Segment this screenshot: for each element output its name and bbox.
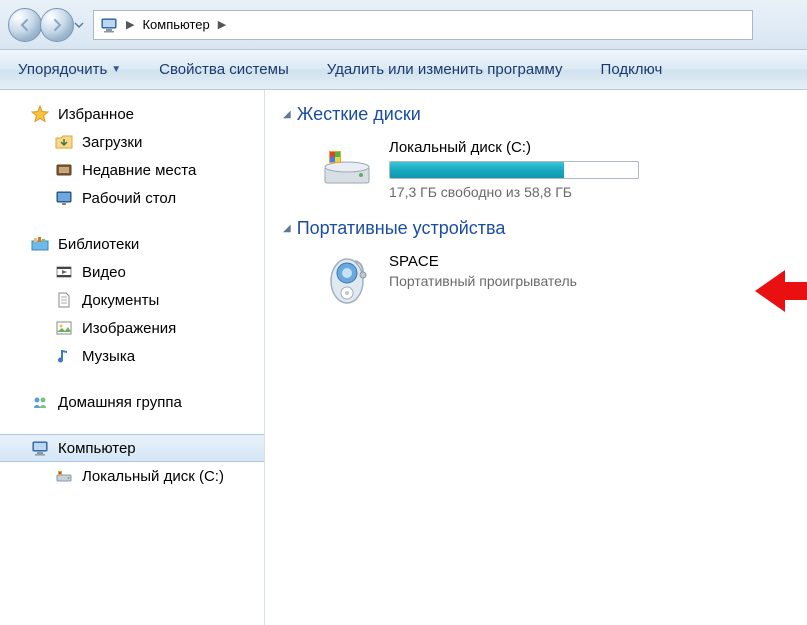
section-title: Жесткие диски	[297, 104, 421, 125]
computer-icon	[30, 438, 50, 458]
section-header-hdd[interactable]: ◢ Жесткие диски	[283, 104, 807, 125]
downloads-icon	[54, 132, 74, 152]
organize-label: Упорядочить	[18, 61, 107, 78]
recent-places-icon	[54, 160, 74, 180]
chevron-down-icon	[74, 20, 84, 30]
arrow-right-icon	[50, 18, 64, 32]
content-pane: ◢ Жесткие диски Локальный диск (C:)	[265, 90, 807, 625]
drive-usage-fill	[390, 162, 564, 178]
drive-usage-bar	[389, 161, 639, 179]
portable-player-icon	[319, 251, 375, 307]
sidebar-item-label: Избранное	[58, 106, 134, 123]
document-icon	[54, 290, 74, 310]
connect-button[interactable]: Подключ	[601, 61, 663, 78]
drive-icon	[54, 466, 74, 486]
libraries-icon	[30, 234, 50, 254]
connect-label: Подключ	[601, 61, 663, 78]
breadcrumb-separator-icon[interactable]: ▶	[216, 18, 228, 31]
drive-details: Локальный диск (C:) 17,3 ГБ свободно из …	[389, 137, 639, 200]
sidebar-item-label: Домашняя группа	[58, 394, 182, 411]
system-properties-button[interactable]: Свойства системы	[159, 61, 289, 78]
sidebar-item-homegroup[interactable]: Домашняя группа	[0, 388, 264, 416]
homegroup-icon	[30, 392, 50, 412]
sidebar-item-desktop[interactable]: Рабочий стол	[0, 184, 264, 212]
sidebar-item-recent[interactable]: Недавние места	[0, 156, 264, 184]
computer-icon	[100, 16, 118, 34]
red-arrow-icon	[755, 270, 807, 312]
navigation-pane: Избранное Загрузки Недавние места	[0, 90, 265, 625]
sidebar-item-computer[interactable]: Компьютер	[0, 434, 264, 462]
sidebar-item-label: Документы	[82, 292, 159, 309]
music-icon	[54, 346, 74, 366]
back-button[interactable]	[8, 8, 42, 42]
main-area: Избранное Загрузки Недавние места	[0, 90, 807, 625]
section-header-portable[interactable]: ◢ Портативные устройства	[283, 218, 807, 239]
breadcrumb-separator-icon: ▶	[124, 18, 136, 31]
device-title: SPACE	[389, 253, 577, 270]
pictures-icon	[54, 318, 74, 338]
annotation-arrow	[755, 270, 807, 312]
sidebar-item-local-disk[interactable]: Локальный диск (C:)	[0, 462, 264, 490]
sidebar-item-label: Рабочий стол	[82, 190, 176, 207]
sidebar-item-music[interactable]: Музыка	[0, 342, 264, 370]
forward-button[interactable]	[40, 8, 74, 42]
sidebar-item-pictures[interactable]: Изображения	[0, 314, 264, 342]
device-details: SPACE Портативный проигрыватель	[389, 251, 577, 289]
tree: Избранное Загрузки Недавние места	[0, 100, 264, 490]
video-icon	[54, 262, 74, 282]
sidebar-item-label: Видео	[82, 264, 126, 281]
drive-title: Локальный диск (C:)	[389, 139, 639, 156]
star-icon	[30, 104, 50, 124]
collapse-caret-icon: ◢	[283, 223, 291, 234]
collapse-caret-icon: ◢	[283, 109, 291, 120]
sidebar-item-label: Музыка	[82, 348, 135, 365]
device-item-space[interactable]: SPACE Портативный проигрыватель	[283, 247, 807, 325]
chevron-down-icon: ▼	[111, 64, 121, 75]
uninstall-label: Удалить или изменить программу	[327, 61, 563, 78]
drive-item-c[interactable]: Локальный диск (C:) 17,3 ГБ свободно из …	[283, 133, 807, 218]
nav-buttons	[8, 8, 87, 42]
uninstall-program-button[interactable]: Удалить или изменить программу	[327, 61, 563, 78]
sidebar-item-downloads[interactable]: Загрузки	[0, 128, 264, 156]
sidebar-item-libraries[interactable]: Библиотеки	[0, 230, 264, 258]
section-title: Портативные устройства	[297, 218, 506, 239]
command-toolbar: Упорядочить ▼ Свойства системы Удалить и…	[0, 50, 807, 90]
sidebar-item-documents[interactable]: Документы	[0, 286, 264, 314]
sidebar-item-label: Недавние места	[82, 162, 196, 179]
navigation-bar: ▶ Компьютер ▶	[0, 0, 807, 50]
sidebar-item-videos[interactable]: Видео	[0, 258, 264, 286]
arrow-left-icon	[18, 18, 32, 32]
sidebar-item-label: Загрузки	[82, 134, 142, 151]
sidebar-item-label: Локальный диск (C:)	[82, 468, 224, 485]
sidebar-item-label: Изображения	[82, 320, 176, 337]
organize-menu[interactable]: Упорядочить ▼	[18, 61, 121, 78]
system-properties-label: Свойства системы	[159, 61, 289, 78]
address-bar[interactable]: ▶ Компьютер ▶	[93, 10, 753, 40]
hard-drive-icon	[319, 137, 375, 193]
sidebar-item-favorites[interactable]: Избранное	[0, 100, 264, 128]
drive-usage-text: 17,3 ГБ свободно из 58,8 ГБ	[389, 184, 639, 200]
desktop-icon	[54, 188, 74, 208]
device-subtitle: Портативный проигрыватель	[389, 273, 577, 289]
breadcrumb-location[interactable]: Компьютер	[142, 17, 209, 32]
sidebar-item-label: Библиотеки	[58, 236, 139, 253]
sidebar-item-label: Компьютер	[58, 440, 136, 457]
